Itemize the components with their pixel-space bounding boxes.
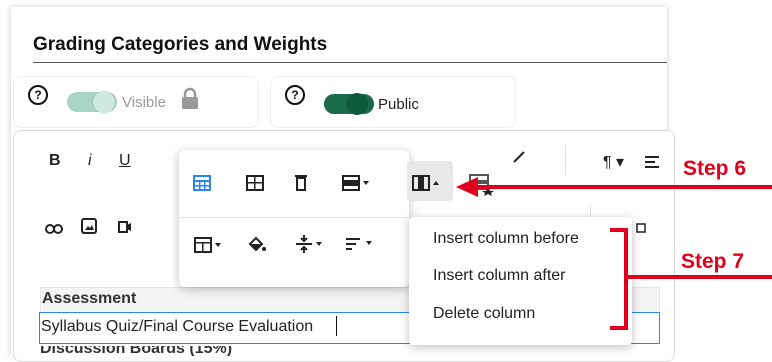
align-icon[interactable] — [645, 155, 661, 174]
title-divider — [33, 62, 667, 63]
horizontal-align-icon[interactable] — [346, 237, 376, 256]
table-cell-text: Syllabus Quiz/Final Course Evaluation — [41, 318, 314, 335]
insert-column-before-item[interactable]: Insert column before — [433, 230, 579, 248]
step7-label: Step 7 — [681, 250, 745, 273]
step6-label: Step 6 — [683, 157, 747, 180]
italic-button[interactable]: i — [88, 152, 92, 170]
fill-color-icon[interactable] — [247, 236, 267, 259]
step6-arrowhead — [456, 177, 478, 202]
insert-column-after-item[interactable]: Insert column after — [433, 267, 566, 285]
paragraph-button[interactable]: ¶ ▾ — [603, 152, 624, 172]
popup-divider — [179, 217, 409, 218]
cell-properties-icon[interactable] — [246, 175, 264, 196]
public-label: Public — [378, 96, 419, 113]
underline-button[interactable]: U — [119, 152, 131, 170]
row-menu-icon[interactable] — [342, 175, 370, 196]
step7-bracket — [606, 227, 634, 336]
help-icon[interactable]: ? — [285, 85, 305, 105]
table-header-text: Assessment — [42, 290, 137, 307]
public-toggle[interactable] — [324, 93, 374, 115]
toggle-knob — [93, 91, 115, 113]
next-row-fragment: Discussion Boards (15%) — [40, 346, 233, 356]
help-icon[interactable]: ? — [28, 85, 48, 105]
vertical-align-icon[interactable] — [296, 234, 324, 259]
cell-menu-icon[interactable] — [194, 237, 222, 258]
link-icon[interactable] — [45, 222, 63, 240]
cube-icon[interactable] — [636, 220, 646, 238]
brush-icon[interactable] — [512, 150, 526, 169]
video-icon[interactable] — [118, 220, 132, 238]
delete-column-item[interactable]: Delete column — [433, 305, 535, 323]
column-dropdown-menu: Insert column before Insert column after… — [409, 217, 632, 345]
table-toolbar-popup — [179, 150, 494, 287]
text-caret — [336, 316, 337, 336]
visible-label: Visible — [122, 94, 166, 111]
step7-underline — [626, 275, 772, 279]
visible-toggle[interactable] — [67, 91, 117, 113]
bold-button[interactable]: B — [49, 152, 61, 170]
section-title: Grading Categories and Weights — [33, 34, 328, 55]
toolbar-divider — [565, 145, 566, 175]
column-menu-glyph — [412, 175, 442, 196]
lock-icon — [180, 87, 200, 116]
step6-arrow-line — [474, 185, 772, 189]
table-properties-icon[interactable] — [193, 175, 211, 196]
delete-table-icon[interactable] — [295, 174, 307, 196]
image-icon[interactable] — [81, 218, 97, 239]
toggle-knob — [346, 93, 368, 115]
